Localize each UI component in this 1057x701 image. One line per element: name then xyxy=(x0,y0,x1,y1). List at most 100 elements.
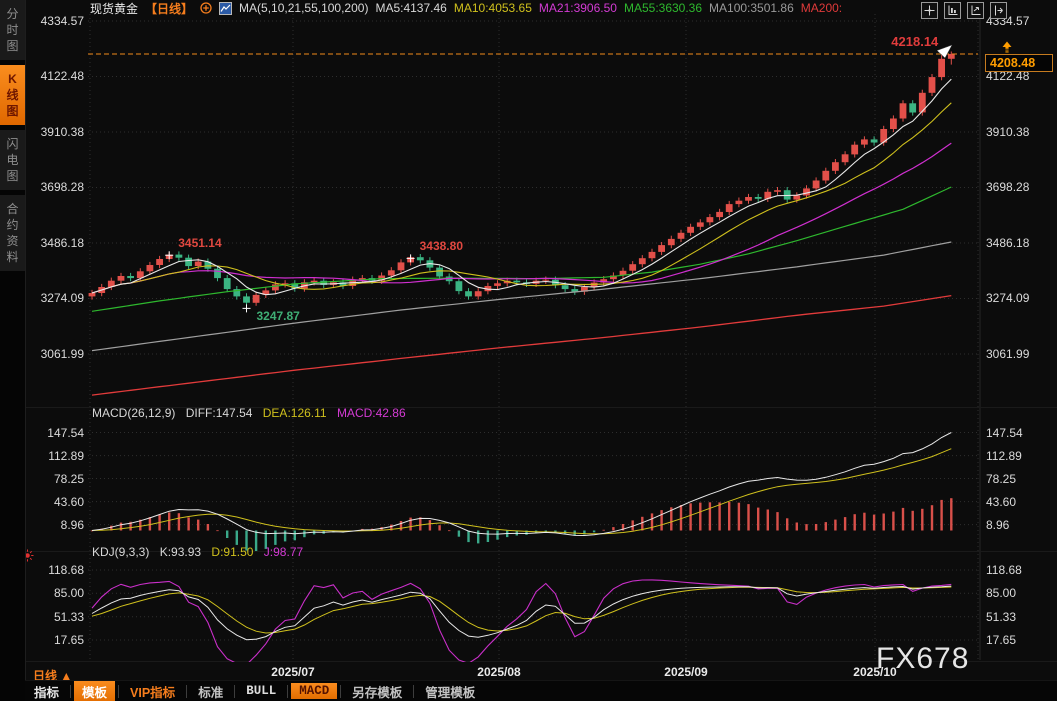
last-price-value: 4208.48 xyxy=(990,56,1035,70)
macd-dea-value: DEA:126.11 xyxy=(263,406,327,420)
extreme-marker xyxy=(243,304,251,312)
y-axis-label: 3486.18 xyxy=(26,236,84,250)
y-axis-label: 51.33 xyxy=(26,610,84,624)
y-axis-label: 3061.99 xyxy=(26,347,84,361)
y-axis-label: 8.96 xyxy=(986,518,1009,532)
period-badge[interactable]: 【日线】 xyxy=(145,0,193,17)
macd-title: MACD(26,12,9) xyxy=(92,406,175,420)
bottom-toolbar: 指标 模板 VIP指标 标准 BULL MACD 另存模板 管理模板 xyxy=(25,680,1057,701)
price-annotation: 3451.14 xyxy=(178,236,221,250)
toolbar-separator xyxy=(287,685,288,698)
ma-settings-label: MA(5,10,21,55,100,200) xyxy=(239,1,368,15)
legend-ma100: MA100:3501.86 xyxy=(709,1,794,15)
sidebar-tab-kline-chart[interactable]: K线图 xyxy=(0,65,25,125)
y-axis-label: 112.89 xyxy=(26,449,84,463)
kdj-j-value: J:98.77 xyxy=(264,545,303,559)
macd-panel-header: MACD(26,12,9) DIFF:147.54 DEA:126.11 MAC… xyxy=(92,406,406,420)
toolbar-tab-save-template[interactable]: 另存模板 xyxy=(344,681,410,701)
price-up-arrow-icon xyxy=(1001,41,1013,53)
y-axis-label: 112.89 xyxy=(986,449,1022,463)
y-axis-label: 3698.28 xyxy=(986,180,1029,194)
y-axis-label: 118.68 xyxy=(26,563,84,577)
macd-diff-line xyxy=(92,433,951,536)
sidebar-tab-contract-info[interactable]: 合约资料 xyxy=(0,195,25,271)
toolbar-tab-standard[interactable]: 标准 xyxy=(190,681,231,701)
legend-ma21: MA21:3906.50 xyxy=(539,1,617,15)
y-axis-label: 85.00 xyxy=(986,586,1016,600)
price-annotation: 3438.80 xyxy=(420,239,463,253)
watermark: FX678 xyxy=(876,642,969,676)
legend-ma10: MA10:4053.65 xyxy=(454,1,532,15)
toolbar-tab-indicators[interactable]: 指标 xyxy=(26,681,67,701)
toolbar-separator xyxy=(186,685,187,698)
legend-ma5: MA5:4137.46 xyxy=(375,1,446,15)
y-axis-label: 4122.48 xyxy=(26,69,84,83)
y-axis-label: 78.25 xyxy=(26,472,84,486)
y-axis-label: 3910.38 xyxy=(26,125,84,139)
circle-plus-icon[interactable] xyxy=(200,2,212,14)
crosshair-icon[interactable] xyxy=(921,2,938,19)
toolbar-tab-manage-template[interactable]: 管理模板 xyxy=(417,681,483,701)
sidebar-tab-lightning-chart[interactable]: 闪电图 xyxy=(0,130,25,190)
sidebar-tab-time-chart[interactable]: 分时图 xyxy=(0,0,25,60)
toolbar-separator xyxy=(118,685,119,698)
y-axis-label: 3910.38 xyxy=(986,125,1029,139)
toolbar-separator xyxy=(340,685,341,698)
x-axis-label: 2025/08 xyxy=(477,665,520,679)
y-axis-label: 3486.18 xyxy=(986,236,1029,250)
toolbar-tab-template[interactable]: 模板 xyxy=(74,681,115,701)
y-axis-label: 17.65 xyxy=(986,633,1016,647)
chart-header: 现货黄金 【日线】 MA(5,10,21,55,100,200) MA5:413… xyxy=(90,1,842,15)
ma100-line xyxy=(92,242,951,351)
toolbar-separator xyxy=(70,685,71,698)
axis-zoom-out-icon[interactable] xyxy=(967,2,984,19)
macd-hist-value: MACD:42.86 xyxy=(337,406,406,420)
x-axis-label: 2025/09 xyxy=(664,665,707,679)
y-axis-label: 17.65 xyxy=(26,633,84,647)
price-annotation: 3247.87 xyxy=(256,309,299,323)
ma5-line xyxy=(92,79,951,295)
chart-canvas[interactable] xyxy=(0,0,1057,662)
axis-zoom-in-icon[interactable] xyxy=(944,2,961,19)
y-axis-label: 43.60 xyxy=(26,495,84,509)
legend-ma200: MA200: xyxy=(801,1,842,15)
line-chart-icon[interactable] xyxy=(219,2,232,15)
y-axis-label: 3274.09 xyxy=(986,291,1029,305)
kdj-title: KDJ(9,3,3) xyxy=(92,545,149,559)
y-axis-label: 3698.28 xyxy=(26,180,84,194)
y-axis-label: 4334.57 xyxy=(26,14,84,28)
y-axis-label: 118.68 xyxy=(986,563,1022,577)
y-axis-label: 3061.99 xyxy=(986,347,1029,361)
kdj-panel-header: KDJ(9,3,3) K:93.93 D:91.50 J:98.77 xyxy=(92,545,303,559)
last-price-tag: 4208.48 xyxy=(985,54,1053,72)
y-axis-label: 51.33 xyxy=(986,610,1016,624)
left-tab-bar: 分时图 K线图 闪电图 合约资料 xyxy=(0,0,26,701)
y-axis-label: 43.60 xyxy=(986,495,1016,509)
legend-ma55: MA55:3630.36 xyxy=(624,1,702,15)
kdj-k-value: K:93.93 xyxy=(160,545,201,559)
kdj-d-value: D:91.50 xyxy=(211,545,253,559)
pan-right-icon[interactable] xyxy=(990,2,1007,19)
ma10-line xyxy=(92,103,951,293)
y-axis-label: 147.54 xyxy=(26,426,84,440)
y-axis-label: 85.00 xyxy=(26,586,84,600)
chart-tool-icons xyxy=(921,2,1007,19)
macd-dea-line xyxy=(92,449,951,534)
toolbar-tab-vip-indicators[interactable]: VIP指标 xyxy=(122,681,183,701)
y-axis-label: 3274.09 xyxy=(26,291,84,305)
y-axis-label: 78.25 xyxy=(986,472,1016,486)
ma200-line xyxy=(92,296,951,396)
toolbar-tab-bull[interactable]: BULL xyxy=(238,683,284,699)
symbol-name: 现货黄金 xyxy=(90,0,138,17)
toolbar-tab-macd[interactable]: MACD xyxy=(291,683,337,699)
macd-diff-value: DIFF:147.54 xyxy=(186,406,253,420)
chart-app-window: 分时图 K线图 闪电图 合约资料 现货黄金 【日线】 MA(5,10,21,55… xyxy=(0,0,1057,701)
toolbar-separator xyxy=(413,685,414,698)
y-axis-label: 8.96 xyxy=(26,518,84,532)
kdj-k-line xyxy=(92,586,951,640)
toolbar-separator xyxy=(234,685,235,698)
y-axis-label: 147.54 xyxy=(986,426,1023,440)
x-axis-label: 2025/07 xyxy=(271,665,314,679)
price-annotation: 4218.14 xyxy=(891,34,938,49)
kdj-d-line xyxy=(92,587,951,633)
